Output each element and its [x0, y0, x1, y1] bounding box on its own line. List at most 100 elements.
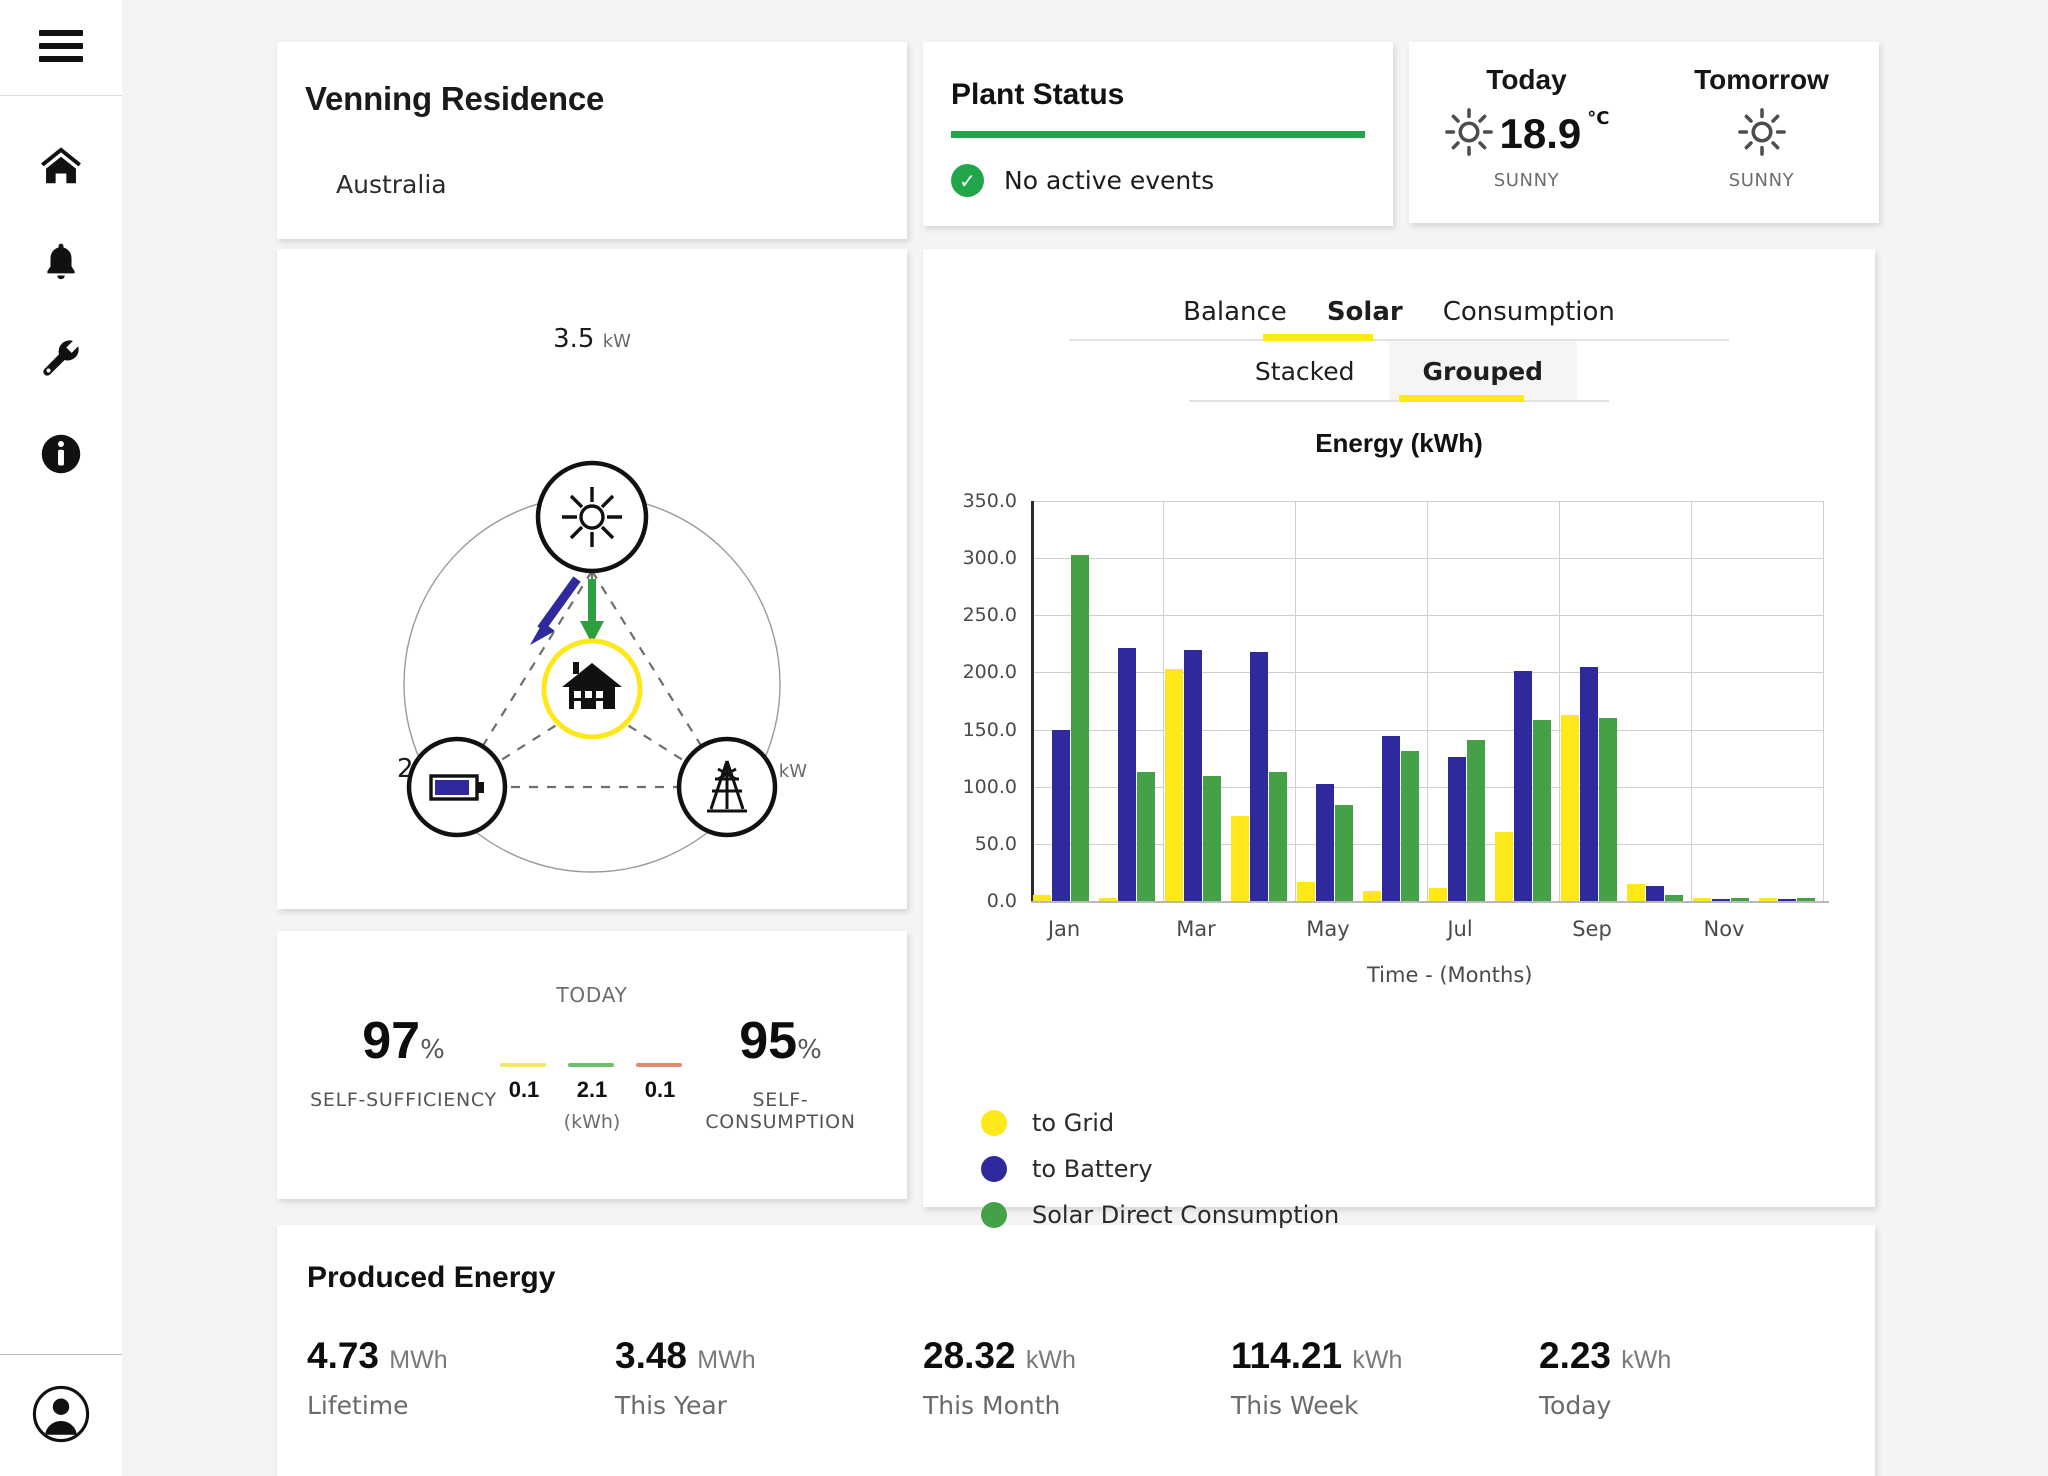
- chart-bar: [1599, 718, 1618, 901]
- produced-energy-value: 114.21 kWh: [1231, 1335, 1403, 1376]
- plant-status-card: Plant Status ✓ No active events: [923, 42, 1393, 226]
- chart-bar: [1231, 816, 1250, 901]
- gridline-vertical: [1559, 501, 1560, 901]
- plant-status-title: Plant Status: [951, 78, 1125, 111]
- produced-energy-item: 28.32 kWh This Month: [923, 1335, 1231, 1420]
- today-bar-grid: 0.1: [500, 1063, 548, 1103]
- today-value-grid: 0.1: [508, 1077, 540, 1102]
- produced-energy-label: This Month: [923, 1391, 1061, 1420]
- produced-energy-value: 3.48 MWh: [615, 1335, 756, 1376]
- self-consumption-block: 95% SELF-CONSUMPTION: [684, 1011, 877, 1133]
- status-divider: [951, 131, 1365, 138]
- legend-item[interactable]: Solar Direct Consumption: [981, 1201, 1339, 1229]
- tab-consumption[interactable]: Consumption: [1443, 297, 1615, 339]
- status-message-row: ✓ No active events: [951, 164, 1365, 197]
- tab-balance[interactable]: Balance: [1183, 297, 1287, 339]
- chart-bar: [1731, 897, 1750, 901]
- sidebar-item-tools[interactable]: [35, 334, 87, 386]
- chart-bar: [1118, 648, 1137, 901]
- weather-tomorrow-title: Tomorrow: [1694, 64, 1829, 95]
- self-metrics-card: 97% SELF-SUFFICIENCY TODAY 0.1 2.1 0.1 (…: [277, 931, 907, 1199]
- chart-bar: [1759, 897, 1778, 901]
- legend-color-swatch: [981, 1110, 1007, 1136]
- chart-mode-divider: [1189, 395, 1609, 402]
- mode-stacked[interactable]: Stacked: [1221, 341, 1389, 400]
- x-axis: [1031, 901, 1829, 903]
- detail-row: 3.5 kW 0.8 kW 2.6 kW 0.0 kW: [122, 249, 2048, 1229]
- weather-tomorrow: Tomorrow SUNNY: [1657, 64, 1867, 191]
- today-tick-import: [636, 1063, 682, 1067]
- produced-energy-card: Produced Energy 4.73 MWh Lifetime 3.48 MWh…: [277, 1225, 1875, 1476]
- page-title: Venning Residence: [305, 80, 605, 117]
- self-consumption-label: SELF-CONSUMPTION: [705, 1089, 856, 1133]
- today-label: TODAY: [556, 983, 628, 1007]
- energy-chart-card: Balance Solar Consumption Stacked Groupe…: [923, 249, 1875, 1229]
- sidebar-account-button[interactable]: [0, 1354, 122, 1476]
- home-icon: [38, 143, 84, 193]
- produced-energy-item: 2.23 kWh Today: [1539, 1335, 1847, 1420]
- chart-bar: [1514, 671, 1533, 901]
- legend-color-swatch: [981, 1202, 1007, 1228]
- mode-grouped[interactable]: Grouped: [1388, 341, 1578, 400]
- produced-energy-value: 28.32 kWh: [923, 1335, 1076, 1376]
- legend-item[interactable]: to Battery: [981, 1155, 1339, 1183]
- chart-bar: [1693, 897, 1712, 901]
- sidebar-item-info[interactable]: [35, 430, 87, 482]
- chart-bar: [1778, 898, 1797, 901]
- today-value-solar: 2.1: [576, 1077, 608, 1102]
- chart-bar: [1712, 898, 1731, 901]
- chart-bar: [1137, 771, 1156, 901]
- sidebar-item-alerts[interactable]: [35, 238, 87, 290]
- hamburger-menu-icon: [38, 27, 84, 69]
- produced-energy-value: 2.23 kWh: [1539, 1335, 1672, 1376]
- produced-energy-label: This Year: [615, 1391, 727, 1420]
- chart-bar: [1495, 832, 1514, 901]
- bell-icon: [40, 239, 82, 289]
- chart-bar: [1033, 895, 1052, 901]
- produced-energy-unit: kWh: [1621, 1346, 1672, 1374]
- legend-label: to Grid: [1032, 1109, 1115, 1137]
- produced-energy-label: Lifetime: [307, 1391, 409, 1420]
- produced-energy-unit: MWh: [389, 1346, 448, 1374]
- sidebar-item-home[interactable]: [35, 142, 87, 194]
- chart-mode-toggle: Stacked Grouped: [923, 341, 1875, 400]
- self-sufficiency-value: 97: [362, 1012, 421, 1070]
- self-sufficiency-pct: %: [420, 1035, 445, 1065]
- today-value-import: 0.1: [644, 1077, 676, 1102]
- chart-title: Energy (kWh): [1315, 428, 1483, 458]
- chart-bar: [1627, 883, 1646, 901]
- produced-energy-unit: MWh: [697, 1346, 756, 1374]
- sidebar-nav: [0, 96, 122, 482]
- x-axis-label: Time - (Months): [1367, 963, 1533, 987]
- y-axis-tick: 50.0: [974, 832, 1017, 855]
- gridline-vertical: [1691, 501, 1692, 901]
- today-bar-solar: 2.1: [568, 1063, 616, 1103]
- self-sufficiency-block: 97% SELF-SUFFICIENCY: [307, 1011, 500, 1111]
- x-axis-tick: Jan: [1047, 917, 1081, 941]
- produced-energy-item: 4.73 MWh Lifetime: [307, 1335, 615, 1420]
- sidebar-menu-button[interactable]: [0, 0, 122, 96]
- today-bars: 0.1 2.1 0.1: [500, 1063, 684, 1103]
- produced-energy-label: This Week: [1231, 1391, 1359, 1420]
- legend-color-swatch: [981, 1156, 1007, 1182]
- info-icon: [40, 433, 82, 479]
- self-consumption-value: 95: [739, 1012, 798, 1070]
- weather-card: Today 18.9 °C SUNNY Tomorrow SUNNY: [1409, 42, 1879, 223]
- chart-bar: [1580, 666, 1599, 901]
- chart-bar: [1646, 886, 1665, 901]
- produced-row: Produced Energy 4.73 MWh Lifetime 3.48 MWh…: [122, 1225, 2048, 1476]
- sidebar: [0, 0, 122, 1476]
- produced-energy-item: 114.21 kWh This Week: [1231, 1335, 1539, 1420]
- legend-label: to Battery: [1032, 1155, 1153, 1183]
- chart-bar: [1467, 739, 1486, 901]
- weather-today-temp: 18.9: [1499, 110, 1582, 157]
- tab-active-underline: [1263, 334, 1373, 341]
- chart-bar: [1665, 895, 1684, 901]
- x-axis-tick: Sep: [1572, 917, 1612, 941]
- y-axis-tick: 0.0: [986, 890, 1017, 912]
- legend-item[interactable]: to Grid: [981, 1109, 1339, 1137]
- chart-bar: [1052, 729, 1071, 901]
- tab-solar[interactable]: Solar: [1327, 297, 1403, 339]
- produced-energy-items: 4.73 MWh Lifetime 3.48 MWh This Year 28.32 k…: [307, 1335, 1875, 1420]
- x-axis-tick: Jul: [1447, 917, 1473, 941]
